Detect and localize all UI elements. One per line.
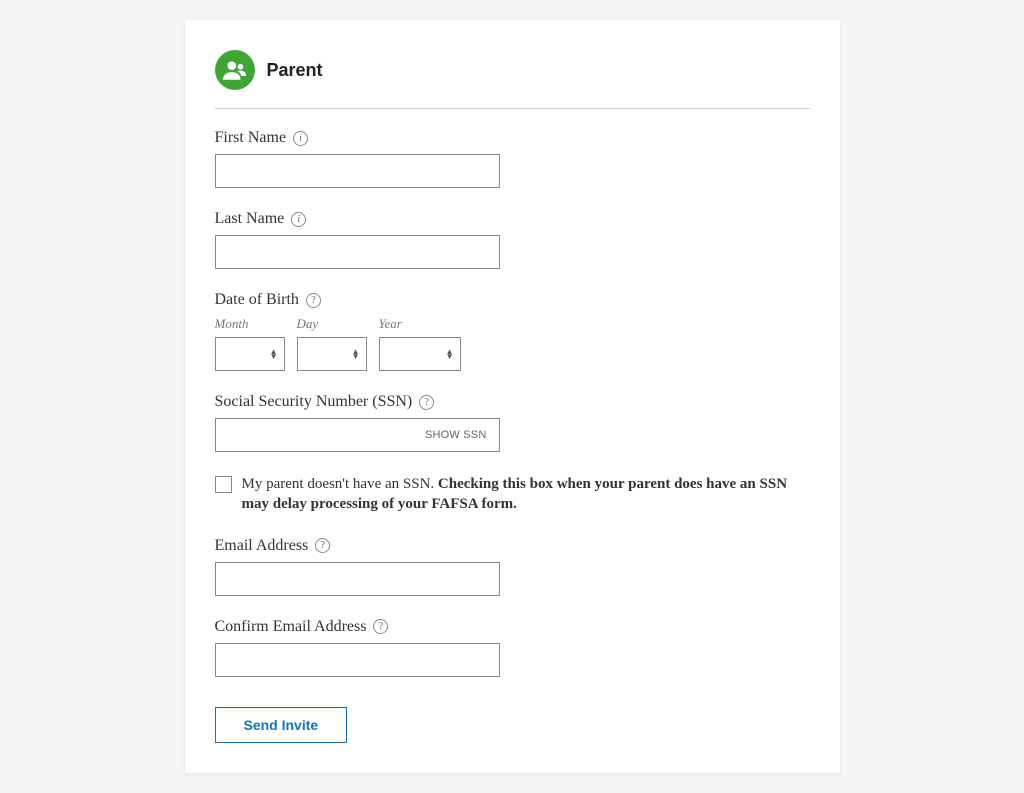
day-stepper[interactable]: ▲▼: [297, 337, 367, 371]
email-label: Email Address: [215, 537, 309, 555]
info-icon[interactable]: i: [293, 131, 308, 146]
show-ssn-button[interactable]: SHOW SSN: [413, 429, 499, 441]
email-group: Email Address ?: [215, 537, 810, 596]
stepper-arrows-icon: ▲▼: [446, 349, 454, 359]
confirm-email-input[interactable]: [215, 643, 500, 677]
email-input[interactable]: [215, 562, 500, 596]
ssn-input-wrapper: SHOW SSN: [215, 418, 500, 452]
dob-label: Date of Birth: [215, 291, 299, 309]
day-label: Day: [297, 316, 367, 332]
confirm-email-group: Confirm Email Address ?: [215, 618, 810, 677]
first-name-group: First Name i: [215, 129, 810, 188]
stepper-arrows-icon: ▲▼: [352, 349, 360, 359]
first-name-label: First Name: [215, 129, 287, 147]
last-name-input[interactable]: [215, 235, 500, 269]
no-ssn-checkbox[interactable]: [215, 476, 232, 493]
ssn-input[interactable]: [216, 419, 414, 451]
help-icon[interactable]: ?: [306, 293, 321, 308]
form-header: Parent: [215, 50, 810, 109]
year-stepper[interactable]: ▲▼: [379, 337, 461, 371]
people-icon: [215, 50, 255, 90]
no-ssn-row: My parent doesn't have an SSN. Checking …: [215, 474, 810, 515]
ssn-group: Social Security Number (SSN) ? SHOW SSN: [215, 393, 810, 452]
stepper-arrows-icon: ▲▼: [270, 349, 278, 359]
month-stepper[interactable]: ▲▼: [215, 337, 285, 371]
help-icon[interactable]: ?: [419, 395, 434, 410]
no-ssn-text: My parent doesn't have an SSN. Checking …: [242, 474, 810, 515]
first-name-input[interactable]: [215, 154, 500, 188]
form-title: Parent: [267, 60, 323, 81]
info-icon[interactable]: i: [291, 212, 306, 227]
ssn-label: Social Security Number (SSN): [215, 393, 413, 411]
dob-group: Date of Birth ? Month ▲▼ Day ▲▼ Year ▲▼: [215, 291, 810, 371]
confirm-email-label: Confirm Email Address: [215, 618, 367, 636]
parent-form-card: Parent First Name i Last Name i Date of …: [185, 20, 840, 773]
last-name-label: Last Name: [215, 210, 285, 228]
help-icon[interactable]: ?: [315, 538, 330, 553]
last-name-group: Last Name i: [215, 210, 810, 269]
month-label: Month: [215, 316, 285, 332]
help-icon[interactable]: ?: [373, 619, 388, 634]
year-label: Year: [379, 316, 461, 332]
send-invite-button[interactable]: Send Invite: [215, 707, 348, 743]
